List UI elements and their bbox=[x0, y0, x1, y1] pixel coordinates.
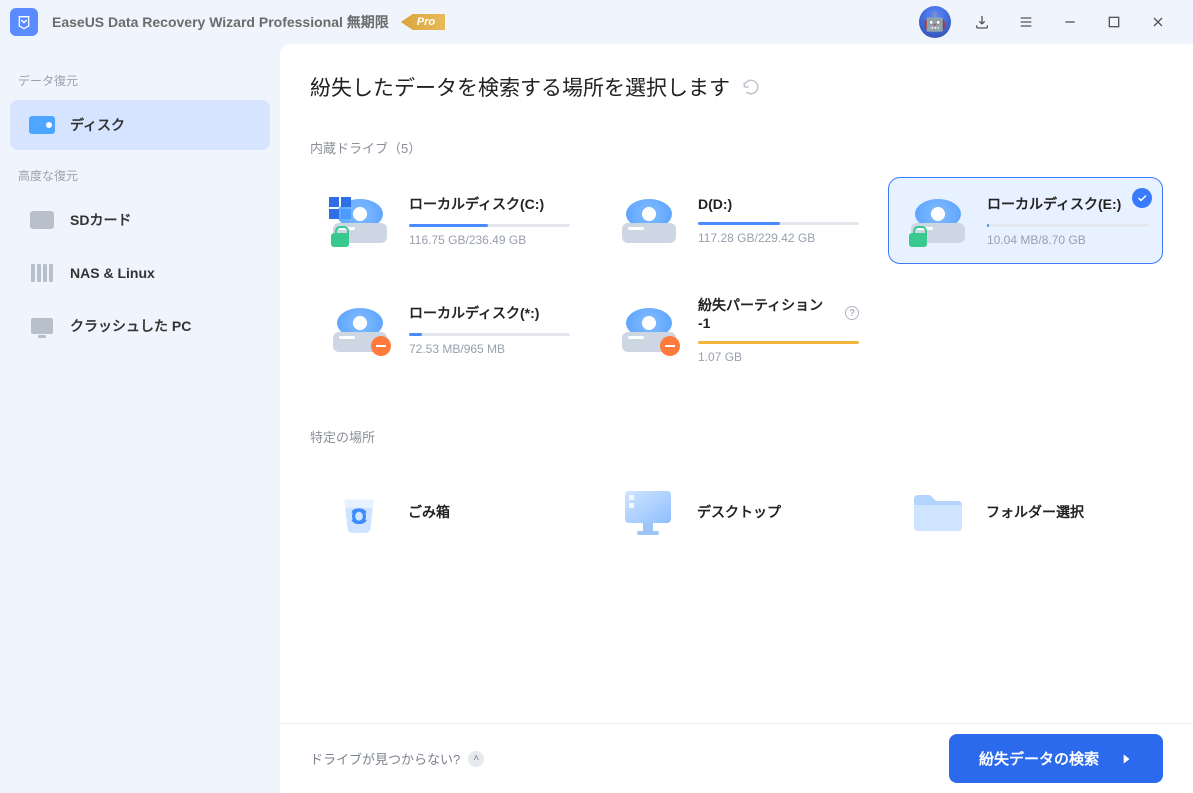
trash-icon bbox=[324, 482, 394, 542]
maximize-icon[interactable] bbox=[1101, 9, 1127, 35]
drive-info: ローカルディスク(E:) 10.04 MB/8.70 GB bbox=[987, 194, 1148, 247]
drive-title: ローカルディスク(C:) bbox=[409, 194, 570, 214]
drive-icon bbox=[614, 199, 684, 243]
help-icon[interactable]: ? bbox=[845, 306, 859, 320]
drive-meta: 72.53 MB/965 MB bbox=[409, 342, 570, 356]
avatar-icon[interactable]: 🤖 bbox=[919, 6, 951, 38]
drive-info: ローカルディスク(C:) 116.75 GB/236.49 GB bbox=[409, 194, 570, 247]
drive-card[interactable]: D(D:) 117.28 GB/229.42 GB bbox=[599, 177, 874, 264]
main-panel: 紛失したデータを検索する場所を選択します 内蔵ドライブ（5） ローカルディスク(… bbox=[280, 44, 1193, 793]
disk-icon bbox=[28, 114, 56, 136]
close-icon[interactable] bbox=[1145, 9, 1171, 35]
drive-icon bbox=[325, 308, 395, 352]
drive-grid: ローカルディスク(C:) 116.75 GB/236.49 GB D(D:) 117.… bbox=[310, 177, 1163, 381]
footer: ドライブが見つからない? ˄ 紛失データの検索 bbox=[280, 723, 1193, 793]
drive-card[interactable]: 紛失パーティション -1? 1.07 GB bbox=[599, 278, 874, 381]
folder-icon bbox=[902, 482, 972, 542]
drive-meta: 10.04 MB/8.70 GB bbox=[987, 233, 1148, 247]
drive-meta: 116.75 GB/236.49 GB bbox=[409, 233, 570, 247]
minimize-icon[interactable] bbox=[1057, 9, 1083, 35]
scan-button[interactable]: 紛失データの検索 bbox=[949, 734, 1163, 783]
sidebar-item-label: クラッシュした PC bbox=[70, 316, 191, 336]
location-desktop[interactable]: デスクトップ bbox=[599, 472, 874, 552]
drive-icon bbox=[903, 199, 973, 243]
sidebar-section-advanced: 高度な復元 bbox=[0, 153, 280, 192]
sidebar-item-disk[interactable]: ディスク bbox=[10, 100, 270, 150]
menu-icon[interactable] bbox=[1013, 9, 1039, 35]
drive-info: D(D:) 117.28 GB/229.42 GB bbox=[698, 196, 859, 245]
section-internal-drives: 内蔵ドライブ（5） bbox=[310, 138, 1163, 157]
app-title: EaseUS Data Recovery Wizard Professional… bbox=[52, 12, 389, 32]
scan-button-label: 紛失データの検索 bbox=[979, 748, 1099, 769]
drive-card[interactable]: ローカルディスク(E:) 10.04 MB/8.70 GB bbox=[888, 177, 1163, 264]
download-icon[interactable] bbox=[969, 9, 995, 35]
footer-help-text: ドライブが見つからない? bbox=[310, 749, 460, 768]
footer-help-link[interactable]: ドライブが見つからない? ˄ bbox=[310, 749, 484, 768]
drive-usage-bar bbox=[698, 341, 859, 344]
page-title-row: 紛失したデータを検索する場所を選択します bbox=[310, 72, 1163, 102]
drive-title: D(D:) bbox=[698, 196, 859, 212]
page-title: 紛失したデータを検索する場所を選択します bbox=[310, 72, 730, 102]
refresh-icon[interactable] bbox=[742, 78, 760, 96]
drive-usage-bar bbox=[987, 224, 1148, 227]
location-folder[interactable]: フォルダー選択 bbox=[888, 472, 1163, 552]
sidebar: データ復元 ディスク 高度な復元 SDカード NAS & Linux クラッシュ… bbox=[0, 44, 280, 793]
sidebar-item-sd[interactable]: SDカード bbox=[10, 195, 270, 245]
app-logo-icon bbox=[10, 8, 38, 36]
chevron-up-icon: ˄ bbox=[468, 751, 484, 767]
drive-usage-bar bbox=[409, 333, 570, 336]
drive-icon bbox=[325, 199, 395, 243]
drive-meta: 1.07 GB bbox=[698, 350, 859, 364]
location-trash[interactable]: ごみ箱 bbox=[310, 472, 585, 552]
locations-grid: ごみ箱 デスクトップ フォルダー選択 bbox=[310, 472, 1163, 552]
drive-card[interactable]: ローカルディスク(*:) 72.53 MB/965 MB bbox=[310, 278, 585, 381]
sidebar-item-label: NAS & Linux bbox=[70, 265, 155, 281]
drive-icon bbox=[614, 308, 684, 352]
drive-title: ローカルディスク(E:) bbox=[987, 194, 1148, 214]
pro-badge: Pro bbox=[401, 14, 445, 30]
section-locations: 特定の場所 bbox=[310, 427, 1163, 446]
drive-card[interactable]: ローカルディスク(C:) 116.75 GB/236.49 GB bbox=[310, 177, 585, 264]
location-label: ごみ箱 bbox=[408, 502, 450, 522]
crashed-pc-icon bbox=[28, 315, 56, 337]
location-label: デスクトップ bbox=[697, 502, 781, 522]
drive-title: 紛失パーティション -1? bbox=[698, 295, 859, 331]
drive-usage-bar bbox=[409, 224, 570, 227]
sidebar-item-nas[interactable]: NAS & Linux bbox=[10, 248, 270, 298]
drive-usage-bar bbox=[698, 222, 859, 225]
location-label: フォルダー選択 bbox=[986, 502, 1084, 522]
drive-meta: 117.28 GB/229.42 GB bbox=[698, 231, 859, 245]
sd-card-icon bbox=[28, 209, 56, 231]
titlebar: EaseUS Data Recovery Wizard Professional… bbox=[0, 0, 1193, 44]
drive-info: ローカルディスク(*:) 72.53 MB/965 MB bbox=[409, 303, 570, 356]
desktop-icon bbox=[613, 482, 683, 542]
nas-icon bbox=[28, 262, 56, 284]
sidebar-item-crashed-pc[interactable]: クラッシュした PC bbox=[10, 301, 270, 351]
sidebar-item-label: SDカード bbox=[70, 210, 131, 230]
drive-title: ローカルディスク(*:) bbox=[409, 303, 570, 323]
sidebar-section-data-recovery: データ復元 bbox=[0, 58, 280, 97]
check-icon bbox=[1132, 188, 1152, 208]
drive-info: 紛失パーティション -1? 1.07 GB bbox=[698, 295, 859, 364]
sidebar-item-label: ディスク bbox=[70, 115, 125, 135]
